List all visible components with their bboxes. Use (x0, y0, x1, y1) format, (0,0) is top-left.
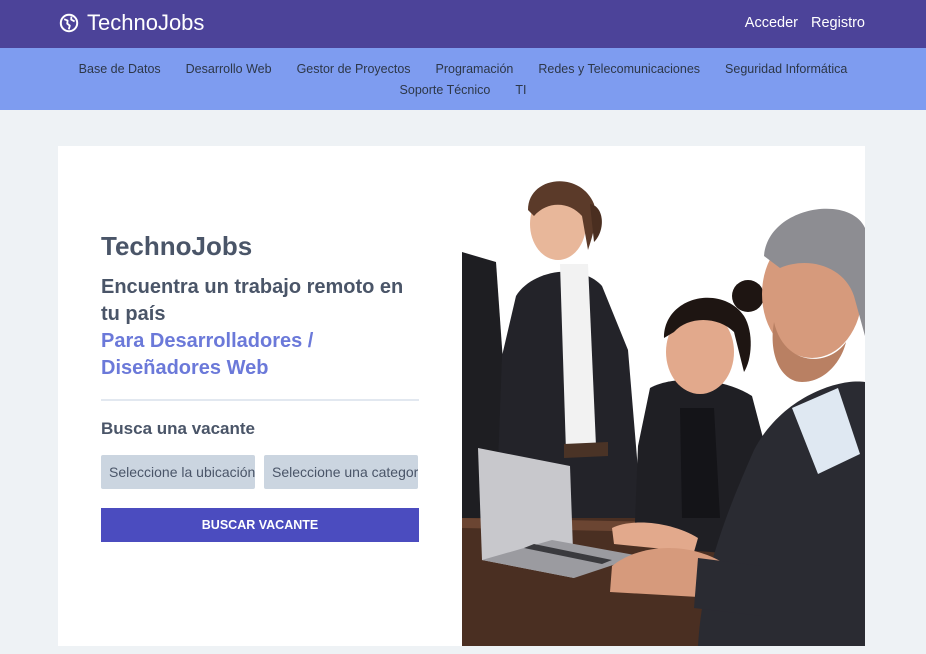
hero-title-bold: Jobs (191, 231, 253, 261)
category-link-base-de-datos[interactable]: Base de Datos (79, 62, 161, 76)
top-navbar: TechnoJobs Acceder Registro (0, 0, 926, 48)
register-link[interactable]: Registro (811, 14, 865, 32)
category-item: Desarrollo Web (186, 60, 272, 78)
category-item: Seguridad Informática (725, 60, 847, 78)
search-title: Busca una vacante (101, 419, 256, 438)
category-navbar: Base de Datos Desarrollo Web Gestor de P… (0, 48, 926, 110)
hero-headline: Encuentra un trabajo remoto en tu país P… (101, 274, 419, 382)
category-item: Gestor de Proyectos (297, 60, 411, 78)
search-filters: Seleccione la ubicación Seleccione una c… (101, 455, 418, 489)
category-link-programacion[interactable]: Programación (436, 62, 514, 76)
brand-link[interactable]: TechnoJobs (59, 9, 204, 37)
category-link-gestor-de-proyectos[interactable]: Gestor de Proyectos (297, 62, 411, 76)
category-link-ti[interactable]: TI (515, 83, 526, 97)
divider (101, 399, 419, 401)
category-item: TI (515, 81, 526, 99)
category-select[interactable]: Seleccione una categoría (264, 455, 418, 489)
hero-title-light: Techno (101, 231, 192, 261)
category-link-soporte-tecnico[interactable]: Soporte Técnico (400, 83, 491, 97)
hero-card: TechnoJobs Encuentra un trabajo remoto e… (58, 146, 865, 646)
office-team-illustration (462, 146, 865, 646)
auth-nav: Acceder Registro (745, 14, 865, 32)
category-list: Base de Datos Desarrollo Web Gestor de P… (63, 48, 863, 99)
hero-headline-text: Encuentra un trabajo remoto en tu país (101, 276, 404, 325)
category-link-desarrollo-web[interactable]: Desarrollo Web (186, 62, 272, 76)
category-item: Programación (436, 60, 514, 78)
hero-title: TechnoJobs (101, 230, 252, 262)
category-link-seguridad[interactable]: Seguridad Informática (725, 62, 847, 76)
search-vacancy-button[interactable]: BUSCAR VACANTE (101, 508, 419, 542)
category-link-redes[interactable]: Redes y Telecomunicaciones (538, 62, 700, 76)
hero-headline-accent: Para Desarrolladores / Diseñadores Web (101, 330, 314, 379)
location-select[interactable]: Seleccione la ubicación (101, 455, 255, 489)
hero-photo (462, 146, 865, 646)
category-item: Base de Datos (79, 60, 161, 78)
login-link[interactable]: Acceder (745, 14, 798, 32)
globe-icon (59, 13, 79, 33)
brand-name: TechnoJobs (87, 10, 205, 35)
category-item: Soporte Técnico (400, 81, 491, 99)
category-item: Redes y Telecomunicaciones (538, 60, 700, 78)
